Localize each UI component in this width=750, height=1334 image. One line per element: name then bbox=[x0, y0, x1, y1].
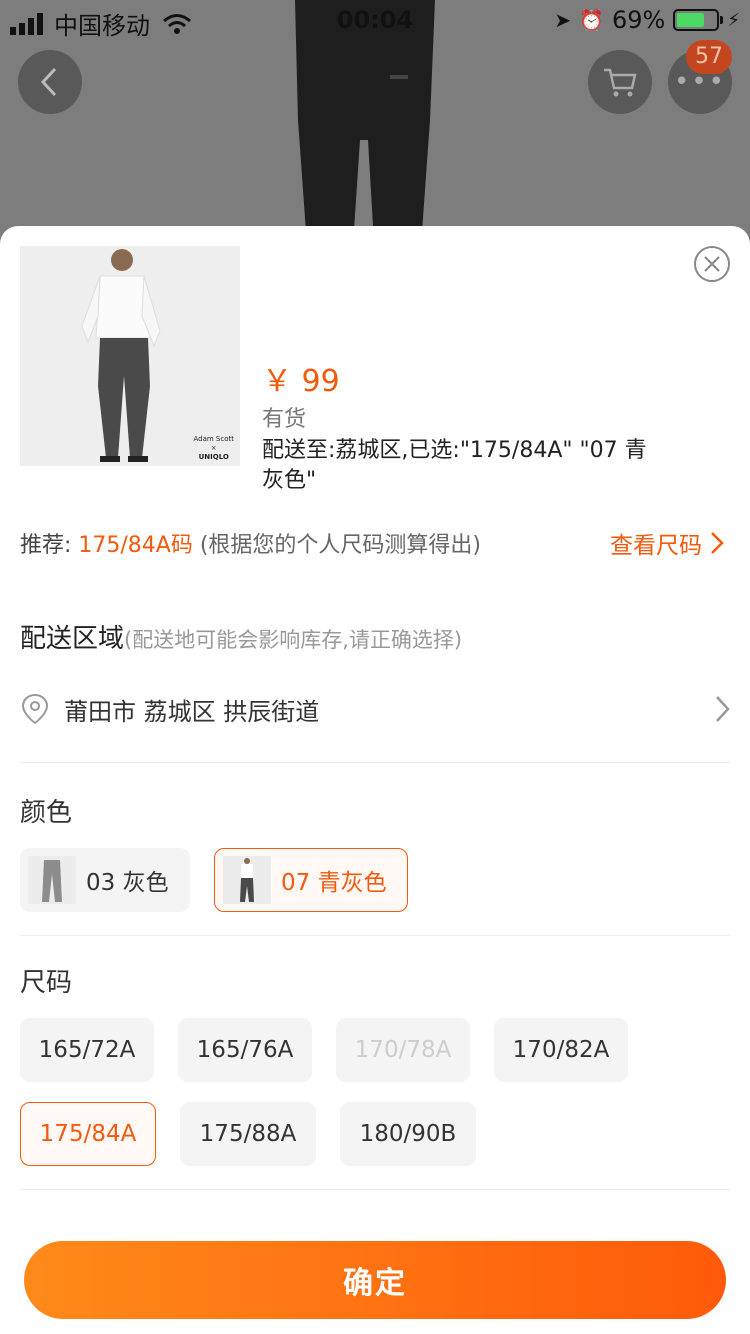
size-link-label: 查看尺码 bbox=[610, 533, 702, 559]
color-option-label: 03 灰色 bbox=[86, 870, 169, 896]
delivery-title: 配送区域 bbox=[20, 624, 125, 654]
color-option-blue-grey[interactable]: 07 青灰色 bbox=[214, 848, 408, 912]
model-image bbox=[20, 246, 240, 466]
shipping-summary: 配送至:荔城区,已选:"175/84A" "07 青灰色" bbox=[262, 438, 647, 493]
close-icon bbox=[704, 256, 720, 272]
size-option-165-76a[interactable]: 165/76A bbox=[178, 1018, 312, 1082]
view-size-chart-link[interactable]: 查看尺码 bbox=[610, 526, 724, 560]
address-selector[interactable]: 莆田市 荔城区 拱辰街道 bbox=[20, 684, 730, 734]
size-option-165-72a[interactable]: 165/72A bbox=[20, 1018, 154, 1082]
divider bbox=[20, 935, 730, 936]
recommend-note: (根据您的个人尺码测算得出) bbox=[192, 533, 482, 558]
price: ￥ 99 bbox=[262, 364, 340, 399]
color-title: 颜色 bbox=[20, 798, 73, 828]
color-swatch-image bbox=[28, 856, 76, 904]
size-option-175-88a[interactable]: 175/88A bbox=[180, 1102, 316, 1166]
battery-percent: 69% bbox=[612, 6, 666, 34]
confirm-button[interactable]: 确定 bbox=[24, 1241, 726, 1319]
charging-icon: ⚡ bbox=[727, 9, 740, 31]
back-button[interactable] bbox=[18, 50, 82, 114]
divider bbox=[20, 1189, 730, 1190]
cart-icon bbox=[604, 68, 637, 97]
color-option-label: 07 青灰色 bbox=[281, 870, 387, 896]
close-button[interactable] bbox=[694, 246, 730, 282]
product-page-background: 中国移动 00:04 ➤ ⏰ 69% ⚡ ••• 57 bbox=[0, 0, 750, 260]
delivery-hint: (配送地可能会影响库存,请正确选择) bbox=[124, 628, 463, 652]
address-text: 莆田市 荔城区 拱辰街道 bbox=[64, 697, 320, 726]
color-thumb bbox=[223, 856, 271, 904]
chevron-left-icon bbox=[40, 67, 57, 97]
divider bbox=[20, 762, 730, 763]
recommend-size: 175/84A码 bbox=[78, 533, 193, 558]
sku-selection-sheet: Adam Scott × UNIQLO ￥ 99 有货 配送至:荔城区,已选:"… bbox=[0, 226, 750, 1334]
status-bar: 中国移动 00:04 ➤ ⏰ 69% ⚡ bbox=[0, 0, 750, 40]
stock-status: 有货 bbox=[262, 407, 307, 432]
color-option-grey[interactable]: 03 灰色 bbox=[20, 848, 190, 912]
battery-icon bbox=[673, 9, 724, 31]
size-option-170-82a[interactable]: 170/82A bbox=[494, 1018, 628, 1082]
brand-caption-line3: UNIQLO bbox=[198, 453, 229, 461]
size-option-170-78a: 170/78A bbox=[336, 1018, 470, 1082]
color-swatch-image bbox=[223, 856, 271, 904]
brand-caption: Adam Scott × UNIQLO bbox=[193, 435, 234, 462]
size-option-180-90b[interactable]: 180/90B bbox=[340, 1102, 476, 1166]
recommend-prefix: 推荐: bbox=[20, 533, 79, 558]
product-thumbnail: Adam Scott × UNIQLO bbox=[20, 246, 240, 466]
alarm-icon: ⏰ bbox=[579, 8, 605, 32]
delivery-area-title: 配送区域(配送地可能会影响库存,请正确选择) bbox=[20, 618, 462, 655]
brand-caption-line2: × bbox=[210, 444, 217, 452]
size-option-175-84a[interactable]: 175/84A bbox=[20, 1102, 156, 1166]
size-title: 尺码 bbox=[20, 968, 73, 998]
size-recommendation: 推荐: 175/84A码 (根据您的个人尺码测算得出) bbox=[20, 527, 481, 559]
location-pin-icon bbox=[21, 693, 49, 725]
cart-count-badge: 57 bbox=[686, 40, 732, 74]
cart-button[interactable] bbox=[588, 50, 652, 114]
color-thumb bbox=[28, 856, 76, 904]
chevron-right-icon bbox=[716, 696, 730, 722]
chevron-right-icon bbox=[711, 532, 724, 554]
status-right: ➤ ⏰ 69% ⚡ bbox=[554, 6, 740, 34]
location-icon: ➤ bbox=[554, 8, 572, 32]
brand-caption-line1: Adam Scott bbox=[193, 435, 234, 443]
